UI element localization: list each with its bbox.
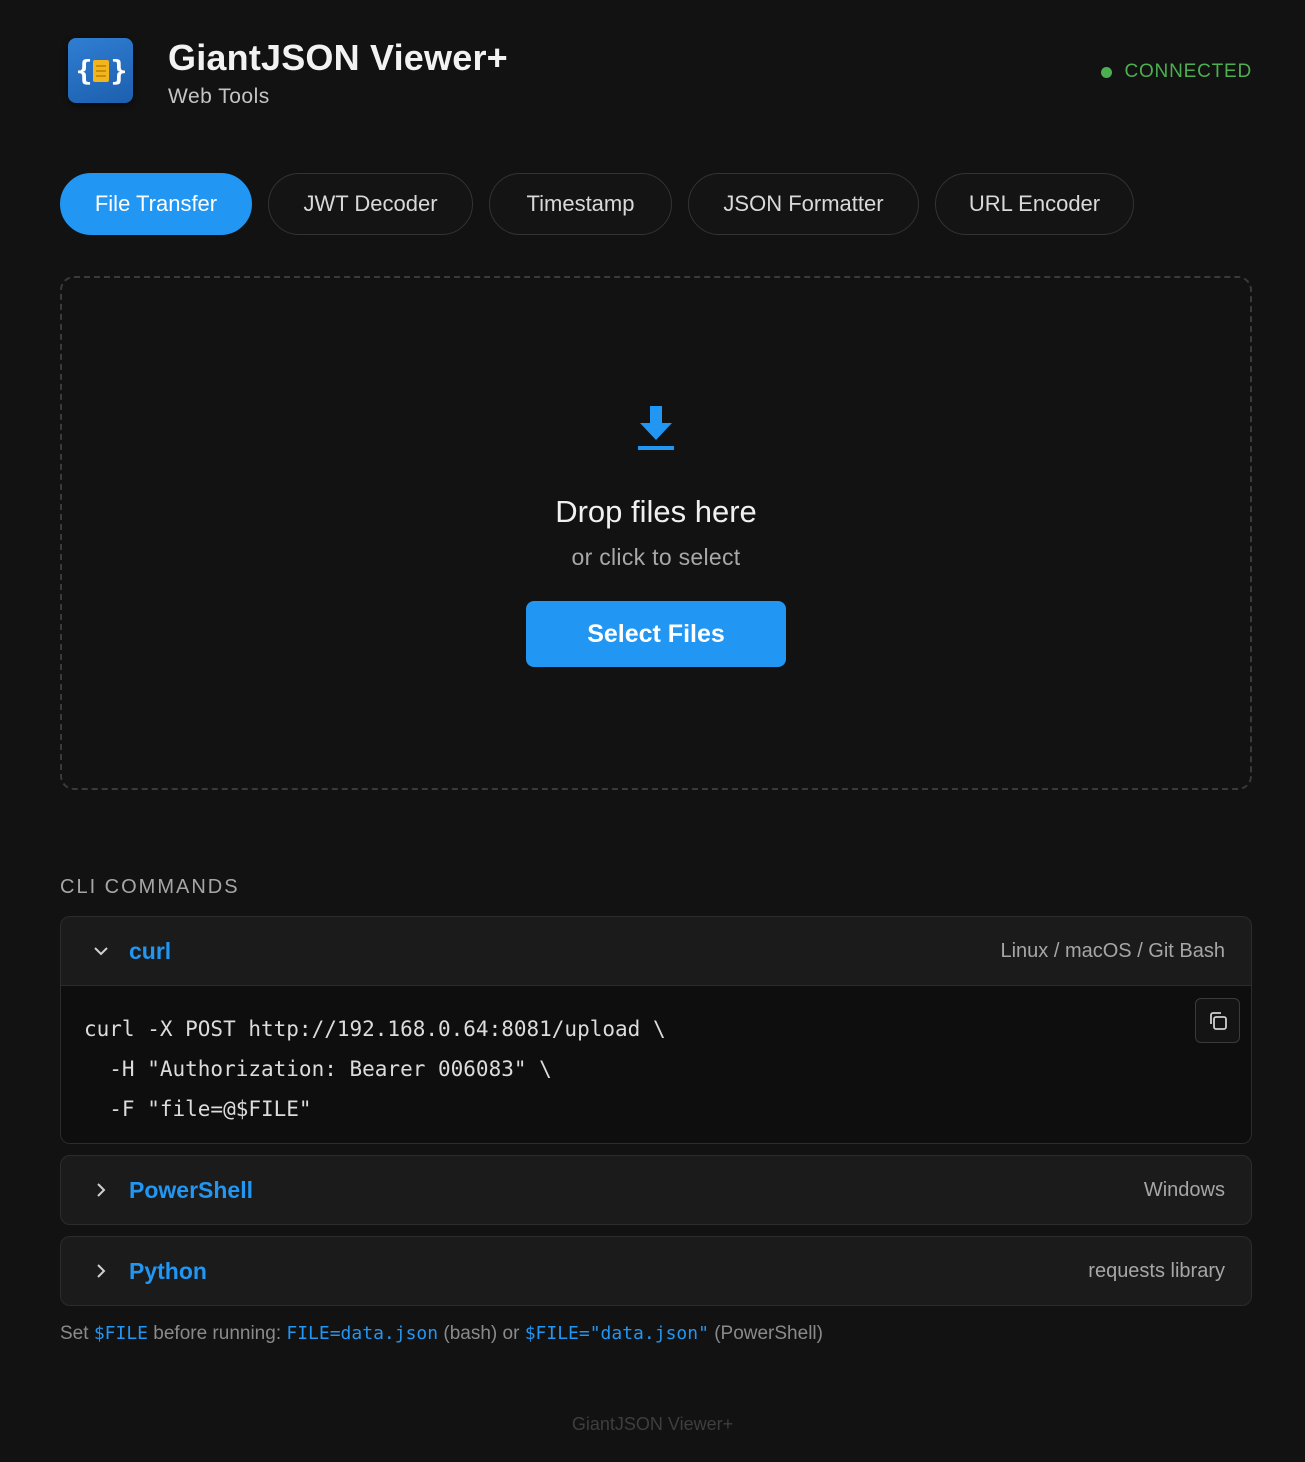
tool-tabs: File Transfer JWT Decoder Timestamp JSON… xyxy=(60,173,1134,235)
accordion-header-powershell[interactable]: PowerShell Windows xyxy=(61,1156,1251,1224)
code-line: -H "Authorization: Bearer 006083" \ xyxy=(84,1057,552,1081)
tab-json-formatter[interactable]: JSON Formatter xyxy=(688,173,919,235)
accordion-title: Python xyxy=(129,1257,207,1284)
app-title: GiantJSON Viewer+ xyxy=(168,37,508,78)
note-variable: $FILE xyxy=(93,1323,148,1344)
chevron-right-icon xyxy=(91,1261,111,1281)
tab-file-transfer[interactable]: File Transfer xyxy=(60,173,252,235)
accordion-meta: Linux / macOS / Git Bash xyxy=(1000,939,1225,962)
cli-note: Set $FILE before running: FILE=data.json… xyxy=(60,1323,823,1345)
note-text: (bash) or xyxy=(438,1323,525,1344)
footer: GiantJSON Viewer+ xyxy=(571,1414,734,1434)
code-line: curl -X POST http://192.168.0.64:8081/up… xyxy=(84,1017,666,1041)
code-block: curl -X POST http://192.168.0.64:8081/up… xyxy=(61,985,1251,1143)
accordion-header-python[interactable]: Python requests library xyxy=(61,1237,1251,1305)
tab-jwt-decoder[interactable]: JWT Decoder xyxy=(268,173,473,235)
accordion-meta: Windows xyxy=(1143,1178,1225,1201)
chevron-right-icon xyxy=(91,1180,111,1200)
app-logo: {} xyxy=(68,38,133,103)
accordion-curl: curl Linux / macOS / Git Bash curl -X PO… xyxy=(60,916,1252,1144)
note-bash-example: FILE=data.json xyxy=(286,1323,439,1344)
status-dot-icon xyxy=(1101,66,1113,78)
note-text: (PowerShell) xyxy=(708,1323,823,1344)
copy-icon xyxy=(1209,1011,1227,1030)
status-label: CONNECTED xyxy=(1124,61,1252,82)
drop-subtitle: or click to select xyxy=(571,544,741,570)
accordion-title: curl xyxy=(129,937,172,964)
accordion-title: PowerShell xyxy=(129,1176,253,1203)
note-powershell-example: $FILE="data.json" xyxy=(524,1323,709,1344)
accordion-header-curl[interactable]: curl Linux / macOS / Git Bash xyxy=(61,917,1251,985)
accordion-python: Python requests library xyxy=(60,1236,1252,1306)
download-icon xyxy=(638,406,674,450)
app-header: {} GiantJSON Viewer+ Web Tools CONNECTED xyxy=(60,33,1252,113)
cli-heading: CLI COMMANDS xyxy=(60,876,240,898)
accordion-powershell: PowerShell Windows xyxy=(60,1155,1252,1225)
tab-timestamp[interactable]: Timestamp xyxy=(489,173,672,235)
drop-title: Drop files here xyxy=(555,494,757,529)
file-dropzone[interactable]: Drop files here or click to select Selec… xyxy=(60,276,1252,790)
copy-button[interactable] xyxy=(1195,998,1240,1043)
document-icon xyxy=(92,59,109,82)
accordion-meta: requests library xyxy=(1088,1259,1225,1282)
note-text: Set xyxy=(60,1323,94,1344)
note-text: before running: xyxy=(148,1323,287,1344)
app-subtitle: Web Tools xyxy=(168,85,270,108)
select-files-button[interactable]: Select Files xyxy=(526,601,786,667)
connection-status: CONNECTED xyxy=(1101,61,1252,83)
code-line: -F "file=@$FILE" xyxy=(84,1097,312,1121)
chevron-down-icon xyxy=(91,941,111,961)
tab-url-encoder[interactable]: URL Encoder xyxy=(935,173,1134,235)
